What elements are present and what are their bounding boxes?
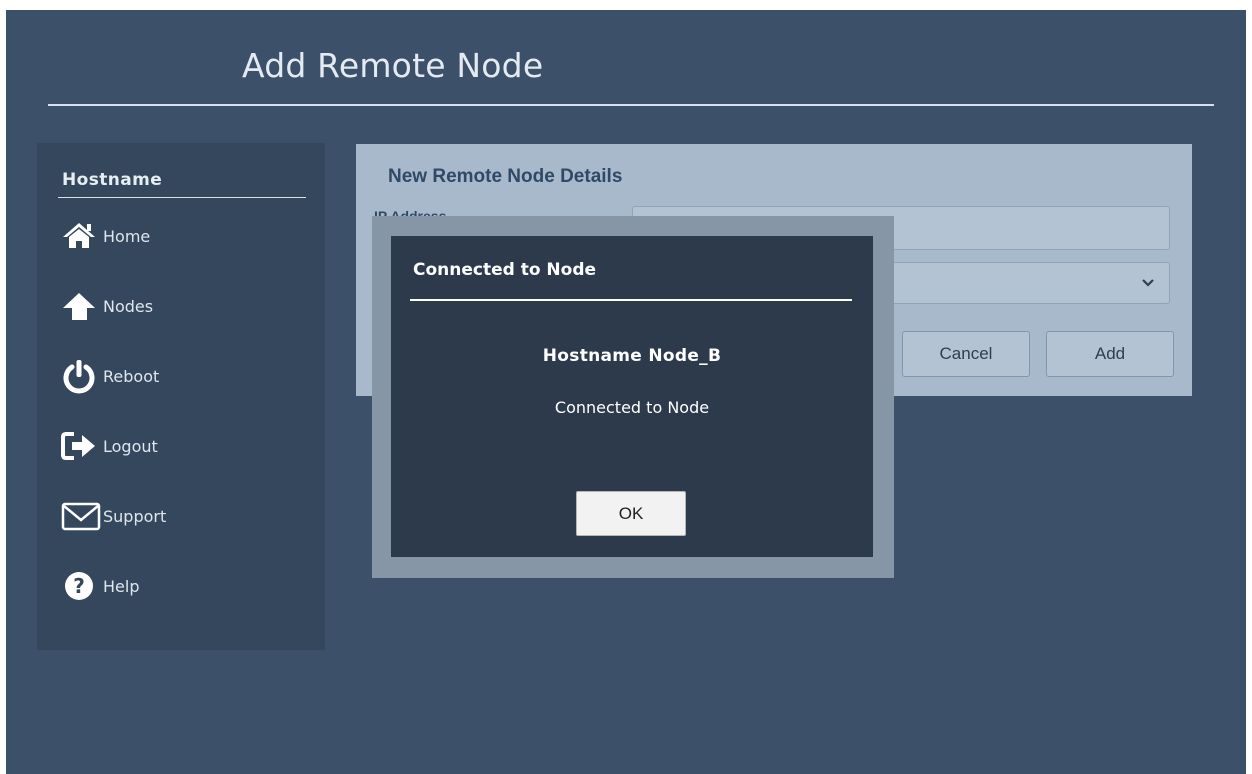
sidebar-item-label: Nodes (103, 296, 154, 316)
sidebar-item-label: Support (103, 506, 167, 526)
sidebar-item-nodes[interactable]: Nodes (61, 286, 311, 326)
envelope-icon (61, 500, 101, 532)
sidebar-item-support[interactable]: Support (61, 496, 311, 536)
modal-overlay: Connected to Node Hostname Node_B Connec… (372, 216, 894, 578)
cancel-button[interactable]: Cancel (902, 331, 1030, 377)
up-arrow-icon (61, 290, 101, 322)
ok-button[interactable]: OK (576, 491, 686, 536)
logout-icon (61, 430, 101, 462)
home-icon (61, 220, 101, 252)
sidebar: Hostname Home Nodes Reboot Logout Suppor… (37, 143, 325, 650)
app-window: Add Remote Node Hostname Home Nodes Rebo… (6, 10, 1246, 774)
form-heading: New Remote Node Details (388, 166, 623, 187)
sidebar-header: Hostname (62, 170, 163, 190)
sidebar-item-home[interactable]: Home (61, 216, 311, 256)
sidebar-item-help[interactable]: ? Help (61, 566, 311, 606)
power-icon (61, 358, 101, 394)
dialog-divider (410, 299, 852, 301)
sidebar-item-logout[interactable]: Logout (61, 426, 311, 466)
connected-dialog: Connected to Node Hostname Node_B Connec… (391, 236, 873, 557)
sidebar-item-label: Home (103, 226, 151, 246)
sidebar-item-label: Reboot (103, 366, 160, 386)
sidebar-divider (58, 197, 306, 198)
page-title: Add Remote Node (242, 46, 544, 85)
chevron-down-icon (1141, 275, 1155, 294)
dialog-message: Connected to Node (554, 398, 710, 417)
dialog-title: Connected to Node (413, 260, 597, 280)
sidebar-item-label: Help (103, 576, 140, 596)
svg-text:?: ? (73, 574, 85, 598)
add-button[interactable]: Add (1046, 331, 1174, 377)
dialog-hostname: Hostname Node_B (542, 346, 722, 366)
sidebar-item-reboot[interactable]: Reboot (61, 356, 311, 396)
sidebar-item-label: Logout (103, 436, 158, 456)
title-divider (48, 104, 1214, 106)
help-icon: ? (61, 570, 101, 602)
